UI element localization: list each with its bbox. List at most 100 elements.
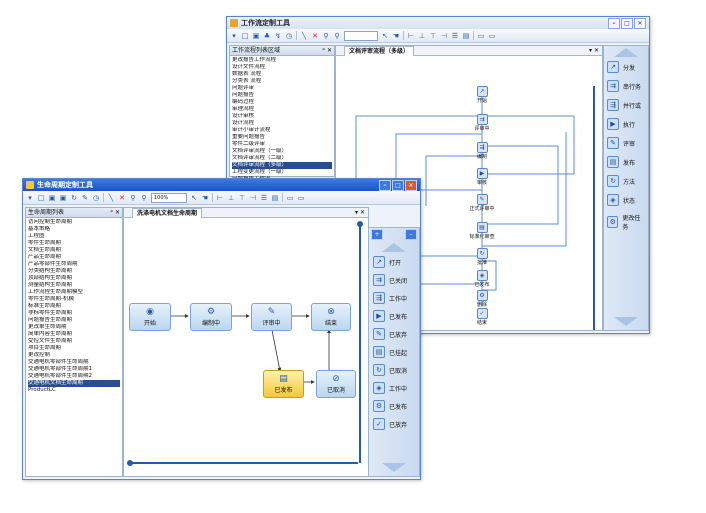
scroll-up-icon[interactable] (382, 243, 406, 252)
toolbox-item[interactable]: ↻ 方法 (607, 175, 645, 187)
line-icon[interactable]: ╲ (300, 32, 308, 40)
toolbox-item[interactable]: ✎ 已放弃 (373, 328, 415, 340)
align-right-icon[interactable]: ⊣ (249, 194, 257, 202)
toolbox-item[interactable]: ↗ 分发 (607, 61, 645, 73)
zoom-in-icon[interactable]: ⚲ (129, 194, 137, 202)
layout-icon[interactable]: ▤ (271, 194, 279, 202)
tab-lifecycle[interactable]: 洗涤电机文档生命周期 (132, 208, 203, 218)
close-button[interactable]: ✕ (405, 179, 417, 191)
list-item[interactable]: 非标零件生命周期 (28, 310, 120, 317)
toolbox-item[interactable]: ⇉ 串行务 (607, 80, 645, 92)
list-item[interactable]: 设计审核 (232, 113, 332, 120)
list-item[interactable]: 文档评审流程（二级） (232, 155, 332, 162)
zoom-out-icon[interactable]: ⚲ (333, 32, 341, 40)
toolbox-item[interactable]: ◈ 状态 (607, 194, 645, 206)
list-item[interactable]: 编码过程 (232, 99, 332, 106)
node-start[interactable]: ◉ 开始 (129, 303, 171, 331)
scroll-down-icon[interactable] (614, 317, 638, 326)
list-item[interactable]: 零件生命周期-机械 (28, 296, 120, 303)
new-icon[interactable]: □ (241, 32, 249, 40)
clock-icon[interactable]: ◷ (285, 32, 293, 40)
scroll-up-icon[interactable] (614, 48, 638, 57)
zoom-in-icon[interactable]: ⚲ (322, 32, 330, 40)
dropdown-icon[interactable]: ▾ (26, 194, 34, 202)
list-item[interactable]: 设计流程 (232, 120, 332, 127)
align-left-icon[interactable]: ⊢ (216, 194, 224, 202)
scroll-down-icon[interactable] (382, 463, 406, 472)
toolbox-item[interactable]: ⚙ 已发布 (373, 400, 415, 412)
list-item[interactable]: 顶部结构生命周期 (28, 275, 120, 282)
rect2-icon[interactable]: ▭ (297, 194, 305, 202)
toolbox-item[interactable]: ⇶ 工作中 (373, 292, 415, 304)
lifecycle-canvas[interactable]: 洗涤电机文档生命周期 ▾ ✕ ◉ 开始 ⚙ 编制中 ✎ 评审中 ⊗ 结束 ▤ 已发布 ⊘ 已… (123, 207, 369, 477)
zoom-out-icon[interactable]: ⚲ (140, 194, 148, 202)
delete-icon[interactable]: ✕ (118, 194, 126, 202)
maximize-button[interactable]: □ (621, 17, 633, 29)
flow-node[interactable]: ◈ 已发布 (467, 270, 497, 288)
list-item[interactable]: 产品生命周期 (28, 254, 120, 261)
list-item[interactable]: 工程图 (28, 233, 120, 240)
list-item[interactable]: 更改单生命周期 (28, 324, 120, 331)
tree-icon[interactable]: ♣ (263, 32, 271, 40)
clock-icon[interactable]: ◷ (92, 194, 100, 202)
align-top-icon[interactable]: ⊤ (238, 194, 246, 202)
list-item[interactable]: 更改控制 (28, 352, 120, 359)
list-item[interactable]: ProductLC (28, 387, 120, 394)
rect-icon[interactable]: ▭ (477, 32, 485, 40)
toolbox-item[interactable]: ▶ 执行 (607, 118, 645, 130)
flow-node[interactable]: ✓ 结束 (467, 308, 497, 326)
delete-icon[interactable]: ✕ (311, 32, 319, 40)
toolbox-add-button[interactable]: + (371, 229, 383, 240)
list-item[interactable]: 更改报告工作流程 (232, 57, 332, 64)
list-item[interactable]: 项目生命周期 (28, 345, 120, 352)
list-item[interactable]: 受控文件生命周期 (28, 338, 120, 345)
tab-close[interactable]: ▾ ✕ (589, 46, 599, 55)
rect-icon[interactable]: ▭ (286, 194, 294, 202)
list-item[interactable]: 交通电机文档生命周期 (28, 380, 120, 387)
new-icon[interactable]: □ (37, 194, 45, 202)
list-item[interactable]: 测量结构生命周期 (28, 282, 120, 289)
zoom-select[interactable] (344, 30, 378, 41)
maximize-button[interactable]: □ (392, 179, 404, 191)
tab-workflow[interactable]: 文档评审流程（多级） (344, 46, 415, 56)
zoom-select[interactable]: 100% (151, 192, 187, 203)
list-item[interactable]: 审计小审计流程 (232, 127, 332, 134)
flow-node[interactable]: ✎ 正式评审中 (467, 194, 497, 212)
toolbox-item[interactable]: ↗ 打开 (373, 256, 415, 268)
list-item[interactable]: 设计文件流程 (232, 64, 332, 71)
list-item[interactable]: 数据表 流程 (232, 71, 332, 78)
rect2-icon[interactable]: ▭ (488, 32, 496, 40)
distribute-icon[interactable]: ☰ (451, 32, 459, 40)
list-item[interactable]: 访问控制生命周期 (28, 219, 120, 226)
pointer-icon[interactable]: ↖ (190, 194, 198, 202)
flow-node[interactable]: ⇉ 评审中 (467, 114, 497, 132)
dropdown-icon[interactable]: ▾ (230, 32, 238, 40)
toolbox-item[interactable]: ◈ 工作中 (373, 382, 415, 394)
list-item[interactable]: 零件二级评审 (232, 141, 332, 148)
toolbox-item[interactable]: ▶ 已发布 (373, 310, 415, 322)
list-item[interactable]: 审理流程 (232, 106, 332, 113)
node-compile[interactable]: ⚙ 编制中 (190, 303, 232, 331)
pointer-icon[interactable]: ↖ (381, 32, 389, 40)
node-cancelled[interactable]: ⊘ 已取消 (316, 370, 356, 398)
toolbox-item[interactable]: ✓ 已放弃 (373, 418, 415, 430)
list-item[interactable]: 分类表 流程 (232, 78, 332, 85)
flow-node[interactable]: ↗ 开始 (467, 86, 497, 104)
list-item[interactable]: 零件生命周期 (28, 240, 120, 247)
hand-icon[interactable]: ☚ (201, 194, 209, 202)
list-item[interactable]: 交通电机零部件生命周期1 (28, 366, 120, 373)
toolbox-item[interactable]: ▤ 发布 (607, 156, 645, 168)
list-item[interactable]: 工程变更流程（一级） (232, 169, 332, 176)
flow-node[interactable]: ⚙ 删除 (467, 290, 497, 308)
refresh-icon[interactable]: ↻ (70, 194, 78, 202)
minimize-button[interactable]: – (379, 179, 391, 191)
tab-close[interactable]: ▾ ✕ (355, 208, 365, 217)
toolbox-item[interactable]: ▤ 已挂起 (373, 346, 415, 358)
save-icon[interactable]: ▣ (252, 32, 260, 40)
line-icon[interactable]: ╲ (107, 194, 115, 202)
close-button[interactable]: ✕ (634, 17, 646, 29)
list-item[interactable]: 基本策略 (28, 226, 120, 233)
tag-icon[interactable]: ✎ (81, 194, 89, 202)
list-item[interactable]: 文档评审流程（多级） (232, 162, 332, 169)
list-item[interactable]: 问题报告 (232, 92, 332, 99)
